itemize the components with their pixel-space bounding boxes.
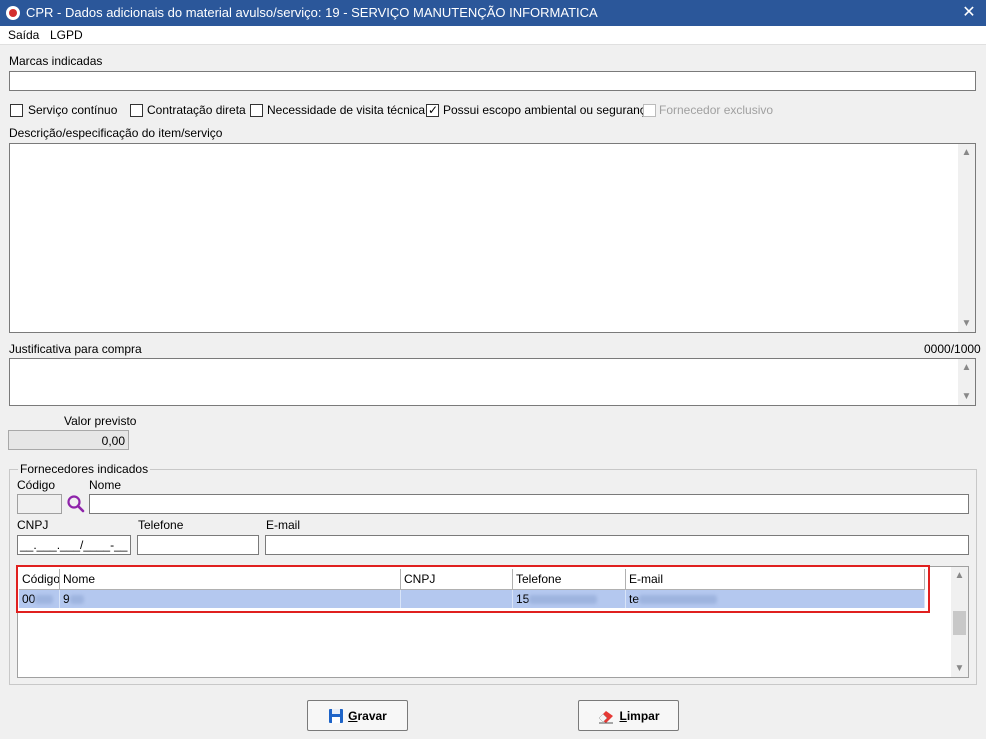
- justificativa-label: Justificativa para compra: [9, 342, 142, 356]
- checkbox-fornecedor-exclusivo: [643, 104, 656, 117]
- checkbox-visita-tecnica[interactable]: [250, 104, 263, 117]
- scroll-up-icon[interactable]: ▲: [958, 144, 975, 161]
- menu-saida[interactable]: Saída: [8, 28, 39, 42]
- scroll-down-icon[interactable]: ▼: [958, 388, 975, 405]
- eraser-icon: [599, 710, 614, 723]
- fornecedor-telefone-input[interactable]: [137, 535, 259, 555]
- highlight-frame: [16, 565, 930, 613]
- fornecedores-legend: Fornecedores indicados: [18, 462, 151, 476]
- window-title: CPR - Dados adicionais do material avuls…: [26, 5, 598, 20]
- fornecedor-telefone-label: Telefone: [138, 518, 184, 532]
- valor-input: 0,00: [8, 430, 129, 450]
- limpar-label: Limpar: [619, 708, 660, 723]
- justificativa-counter: 0000/1000: [924, 342, 981, 356]
- valor-label: Valor previsto: [64, 414, 137, 428]
- checkbox-escopo-ambiental[interactable]: [426, 103, 439, 117]
- checkbox-contratacao-direta-label: Contratação direta: [147, 103, 246, 117]
- fornecedor-codigo-label: Código: [17, 478, 56, 492]
- fornecedor-email-input[interactable]: [265, 535, 969, 555]
- descricao-label: Descrição/especificação do item/serviço: [9, 126, 223, 140]
- scroll-thumb[interactable]: [953, 611, 966, 635]
- scroll-down-icon[interactable]: ▼: [951, 660, 968, 677]
- fornecedor-cnpj-input[interactable]: __.___.___/____-__: [17, 535, 131, 555]
- justificativa-scrollbar[interactable]: ▲ ▼: [958, 359, 975, 405]
- limpar-button[interactable]: Limpar: [578, 700, 679, 731]
- descricao-textarea[interactable]: ▲ ▼: [9, 143, 976, 333]
- search-icon[interactable]: [66, 494, 86, 514]
- fornecedor-cnpj-label: CNPJ: [17, 518, 49, 532]
- checkbox-escopo-ambiental-label: Possui escopo ambiental ou segurança: [443, 103, 653, 117]
- menu-lgpd[interactable]: LGPD: [50, 28, 83, 42]
- scroll-up-icon[interactable]: ▲: [951, 567, 968, 584]
- checkbox-servico-continuo[interactable]: [10, 104, 23, 117]
- checkbox-visita-tecnica-label: Necessidade de visita técnica: [267, 103, 426, 117]
- close-icon[interactable]: ✕: [956, 2, 982, 24]
- menu-bar: Saída LGPD: [0, 26, 986, 45]
- fornecedor-nome-label: Nome: [89, 478, 122, 492]
- justificativa-textarea[interactable]: ▲ ▼: [9, 358, 976, 406]
- title-bar: CPR - Dados adicionais do material avuls…: [0, 0, 986, 26]
- fornecedor-codigo-input[interactable]: [17, 494, 62, 514]
- fornecedor-nome-input[interactable]: [89, 494, 969, 514]
- scroll-up-icon[interactable]: ▲: [958, 359, 975, 376]
- fornecedor-email-label: E-mail: [266, 518, 301, 532]
- descricao-scrollbar[interactable]: ▲ ▼: [958, 144, 975, 332]
- scroll-down-icon[interactable]: ▼: [958, 315, 975, 332]
- checkbox-fornecedor-exclusivo-label: Fornecedor exclusivo: [659, 103, 774, 117]
- marcas-label: Marcas indicadas: [9, 54, 103, 68]
- marcas-input[interactable]: [9, 71, 976, 91]
- gravar-button[interactable]: Gravar: [307, 700, 408, 731]
- checkbox-contratacao-direta[interactable]: [130, 104, 143, 117]
- grid-scrollbar[interactable]: ▲ ▼: [951, 567, 968, 677]
- app-logo-icon: [6, 6, 20, 20]
- gravar-label: Gravar: [348, 708, 387, 723]
- checkbox-servico-continuo-label: Serviço contínuo: [28, 103, 118, 117]
- save-icon: [329, 708, 344, 723]
